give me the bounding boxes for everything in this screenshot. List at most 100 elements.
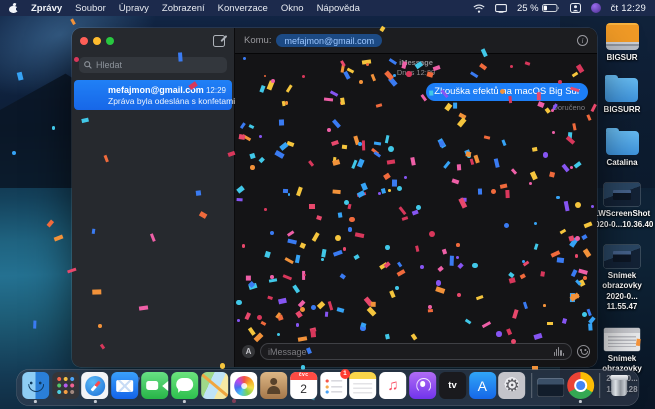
to-label: Komu:	[244, 35, 271, 46]
desktop-icon-bigsurr[interactable]: BIGSURR	[604, 78, 641, 115]
dock-icon-photos[interactable]	[231, 372, 258, 399]
desktop-icon-column: BIGSUR BIGSURR Catalina LWScreenShot2020-0.…	[590, 23, 654, 409]
running-indicator-dot	[34, 400, 37, 403]
battery-status[interactable]: 25 %	[517, 3, 560, 14]
info-icon[interactable]: i	[577, 35, 588, 46]
minimize-button[interactable]	[93, 37, 101, 45]
desktop-icon-lwscreenshot2020-0-10-36-40[interactable]: LWScreenShot2020-0...10.36.40	[591, 183, 654, 230]
dock-icon-messages[interactable]	[171, 372, 198, 399]
dock-icon-app-store[interactable]	[469, 372, 496, 399]
dock-icon-system-preferences[interactable]	[499, 372, 526, 399]
menu-okno[interactable]: Okno	[281, 3, 304, 14]
message-input-bar: A	[235, 339, 597, 367]
shot-light-icon	[604, 328, 640, 351]
desktop-icon-label: Catalina	[606, 158, 637, 168]
search-input[interactable]: Hledat	[79, 57, 227, 73]
dock-icon-minimized-window[interactable]	[537, 372, 564, 399]
chat-pane: Komu: mefajmon@gmail.com i iMessage Dnes…	[235, 28, 597, 367]
chat-body: iMessage Dnes 12:29 Zkouška efektů na ma…	[235, 54, 597, 339]
apple-menu-icon[interactable]	[9, 3, 18, 13]
recipient-token[interactable]: mefajmon@gmail.com	[276, 34, 382, 47]
desktop: Zprávy Soubor Úpravy Zobrazení Konverzace Ok…	[0, 0, 655, 409]
desktop-icon-label: LWScreenShot2020-0...10.36.40	[591, 209, 654, 230]
conversation-sidebar: Hledat mefajmon@gmail.com 12:29 Zpráva b…	[72, 28, 235, 367]
dock-icon-contacts[interactable]	[260, 372, 287, 399]
dock-icon-finder[interactable]	[22, 372, 49, 399]
conversation-name: mefajmon@gmail.com	[108, 85, 204, 95]
user-avatar-icon[interactable]	[591, 3, 601, 13]
avatar	[80, 84, 102, 106]
desktop-icon-label: BIGSUR	[606, 53, 637, 63]
user-switch-icon[interactable]	[570, 3, 581, 13]
chrome-icon	[567, 372, 594, 399]
desktop-icon-catalina[interactable]: Catalina	[606, 131, 639, 168]
dock-divider	[600, 373, 601, 398]
calendar-icon: čvc2	[290, 372, 317, 399]
outgoing-message-bubble: Zkouška efektů na macOS Big Sur	[426, 83, 588, 101]
service-label: iMessage	[399, 58, 433, 67]
notification-badge: 1	[340, 369, 350, 379]
dock-icon-calendar[interactable]: čvc2	[290, 372, 317, 399]
dock-icon-notes[interactable]	[350, 372, 377, 399]
search-icon	[84, 61, 92, 69]
photos-icon	[231, 372, 258, 399]
sidebar-titlebar	[72, 28, 234, 54]
zoom-button[interactable]	[106, 37, 114, 45]
wifi-icon[interactable]	[473, 4, 485, 13]
dock-icon-launchpad[interactable]	[52, 372, 79, 399]
dock-icon-maps[interactable]	[201, 372, 228, 399]
desktop-icon-snimek-obrazovky2020-0-11-55-47[interactable]: Snímek obrazovky2020-0... 11.55.47	[590, 245, 654, 313]
notes-icon	[350, 372, 377, 399]
app-store-icon	[469, 372, 496, 399]
facetime-icon	[141, 372, 168, 399]
maps-icon	[201, 372, 228, 399]
drive-icon	[606, 23, 639, 50]
delivered-status: Doručeno	[552, 103, 585, 112]
finder-icon	[22, 372, 49, 399]
dock-icon-chrome[interactable]	[567, 372, 594, 399]
tv-icon	[439, 372, 466, 399]
menu-upravy[interactable]: Úpravy	[119, 3, 149, 14]
contacts-icon	[260, 372, 287, 399]
close-button[interactable]	[80, 37, 88, 45]
dock-icon-tv[interactable]	[439, 372, 466, 399]
menu-bar: Zprávy Soubor Úpravy Zobrazení Konverzace Ok…	[0, 0, 655, 16]
compose-icon[interactable]	[213, 35, 226, 47]
dock-icon-safari[interactable]	[82, 372, 109, 399]
menu-napoveda[interactable]: Nápověda	[317, 3, 360, 14]
message-input[interactable]	[268, 347, 550, 357]
dock-icon-mail[interactable]	[111, 372, 138, 399]
message-field[interactable]	[260, 343, 572, 360]
menu-app-zpravy[interactable]: Zprávy	[31, 3, 62, 14]
dock-icon-facetime[interactable]	[141, 372, 168, 399]
conversation-item[interactable]: mefajmon@gmail.com 12:29 Zpráva byla ode…	[74, 80, 232, 110]
message-timestamp: iMessage Dnes 12:29	[235, 58, 597, 78]
menu-bar-clock[interactable]: čt 12:29	[611, 3, 646, 14]
podcasts-icon	[409, 372, 436, 399]
menu-soubor[interactable]: Soubor	[75, 3, 106, 14]
dock-icon-reminders[interactable]: 1	[320, 372, 347, 399]
shot-dark-icon	[604, 245, 640, 268]
system-preferences-icon	[499, 372, 526, 399]
emoji-icon[interactable]	[577, 345, 590, 358]
menu-konverzace[interactable]: Konverzace	[218, 3, 268, 14]
calendar-day-label: 2	[290, 380, 317, 398]
dock-icon-music[interactable]	[379, 372, 406, 399]
calendar-month-label: čvc	[290, 372, 317, 380]
menu-zobrazeni[interactable]: Zobrazení	[162, 3, 205, 14]
search-placeholder: Hledat	[96, 60, 122, 70]
apps-button[interactable]: A	[242, 345, 255, 358]
conversation-preview: Zpráva byla odeslána s konfetami	[108, 96, 226, 106]
audio-message-icon[interactable]	[554, 347, 564, 356]
folder-icon	[606, 131, 639, 155]
desktop-icon-bigsur[interactable]: BIGSUR	[606, 23, 639, 63]
dock-icon-podcasts[interactable]	[409, 372, 436, 399]
music-icon	[379, 372, 406, 399]
shot-dark-icon	[604, 183, 640, 206]
dock-icon-trash[interactable]	[606, 372, 633, 399]
dock-divider	[531, 373, 532, 398]
launchpad-icon	[52, 372, 79, 399]
mail-icon	[111, 372, 138, 399]
battery-percent-label: 25 %	[517, 3, 539, 14]
screen-mirroring-icon[interactable]	[495, 4, 507, 13]
